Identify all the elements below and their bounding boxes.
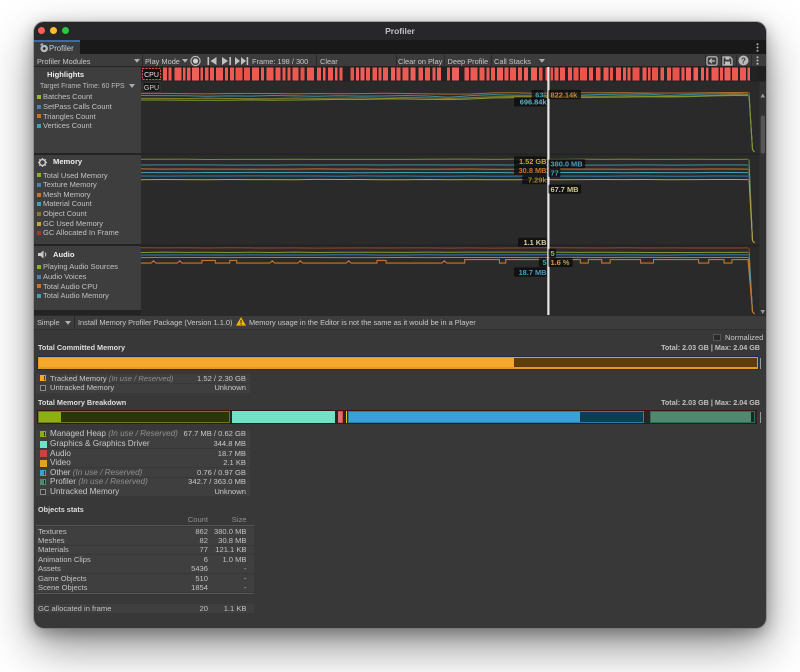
svg-text:5: 5 — [542, 258, 546, 267]
svg-text:77: 77 — [551, 168, 559, 177]
svg-text:1.6 %: 1.6 % — [551, 258, 570, 267]
svg-text:GPU: GPU — [144, 85, 159, 92]
svg-text:1.52 GB: 1.52 GB — [519, 156, 547, 165]
svg-text:5: 5 — [551, 249, 555, 258]
svg-text:696.84k: 696.84k — [520, 97, 548, 106]
svg-text:?: ? — [741, 56, 746, 65]
svg-text:67.7 MB: 67.7 MB — [551, 184, 579, 193]
svg-text:380.0 MB: 380.0 MB — [551, 159, 583, 168]
svg-text:1.1 KB: 1.1 KB — [523, 238, 546, 247]
svg-text:18.7 MB: 18.7 MB — [519, 267, 547, 276]
svg-text:CPU: CPU — [144, 72, 159, 79]
svg-text:30.8 MB: 30.8 MB — [519, 165, 547, 174]
svg-text:822.14k: 822.14k — [551, 90, 579, 99]
svg-text:7.29k: 7.29k — [528, 175, 547, 184]
